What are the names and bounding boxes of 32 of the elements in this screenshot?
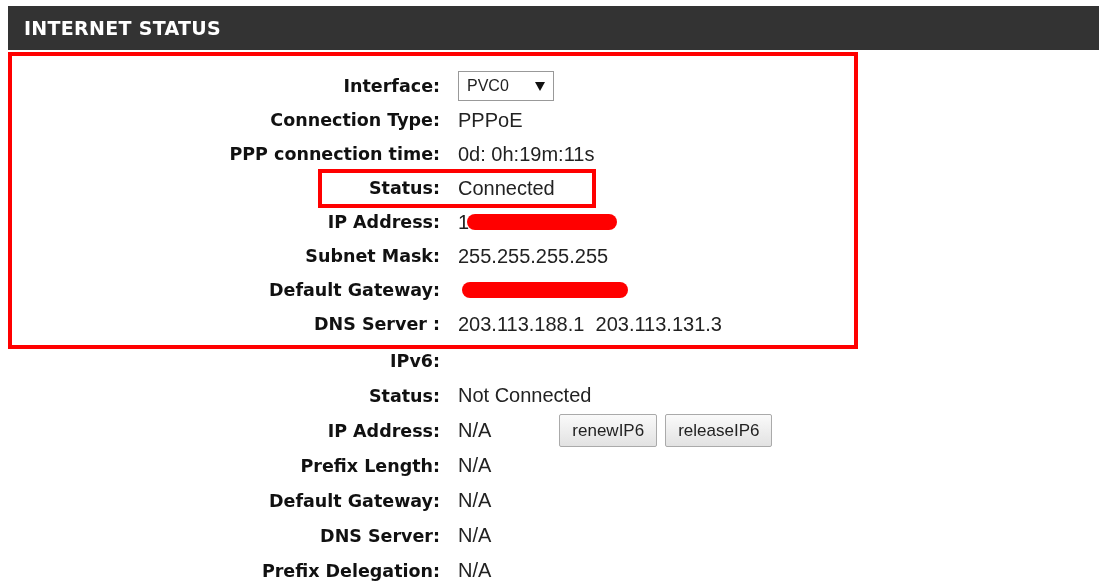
field-label: Interface:	[343, 76, 440, 96]
field-label: DNS Server:	[320, 525, 440, 546]
field-label: DNS Server :	[314, 314, 440, 334]
section-heading: IPv6:	[390, 350, 440, 371]
action-button[interactable]: renewIP6	[559, 414, 658, 447]
field-label: Subnet Mask:	[305, 246, 440, 266]
field-label: Prefix Length:	[300, 455, 440, 476]
field-label: IP Address:	[327, 212, 440, 232]
field-label: Status:	[368, 178, 440, 198]
page-title: INTERNET STATUS	[24, 17, 221, 39]
field-value: Not Connected	[458, 384, 592, 407]
field-value: Connected	[458, 176, 555, 200]
field-value: 203.113.188.1 203.113.131.3	[458, 312, 722, 336]
field-label: Prefix Delegation:	[261, 560, 440, 581]
interface-dropdown[interactable]: PVC0	[458, 71, 554, 101]
field-value: N/A	[458, 419, 492, 442]
field-value: 255.255.255.255	[458, 244, 609, 268]
field-label: Default Gateway:	[269, 490, 440, 511]
field-value: N/A	[458, 489, 492, 512]
field-label: PPP connection time:	[229, 144, 440, 164]
field-value: 0d: 0h:19m:11s	[458, 142, 595, 166]
field-value: N/A	[458, 524, 492, 547]
field-label: Status:	[368, 385, 440, 406]
action-button[interactable]: releaseIP6	[665, 414, 773, 447]
field-value: 1	[458, 210, 470, 234]
field-value: PPPoE	[458, 108, 523, 132]
caret-icon	[535, 81, 545, 91]
field-value: N/A	[458, 454, 492, 477]
field-label: IP Address:	[327, 420, 440, 441]
field-value: N/A	[458, 559, 492, 582]
field-label: Default Gateway:	[269, 280, 440, 300]
field-label: Connection Type:	[270, 110, 440, 130]
